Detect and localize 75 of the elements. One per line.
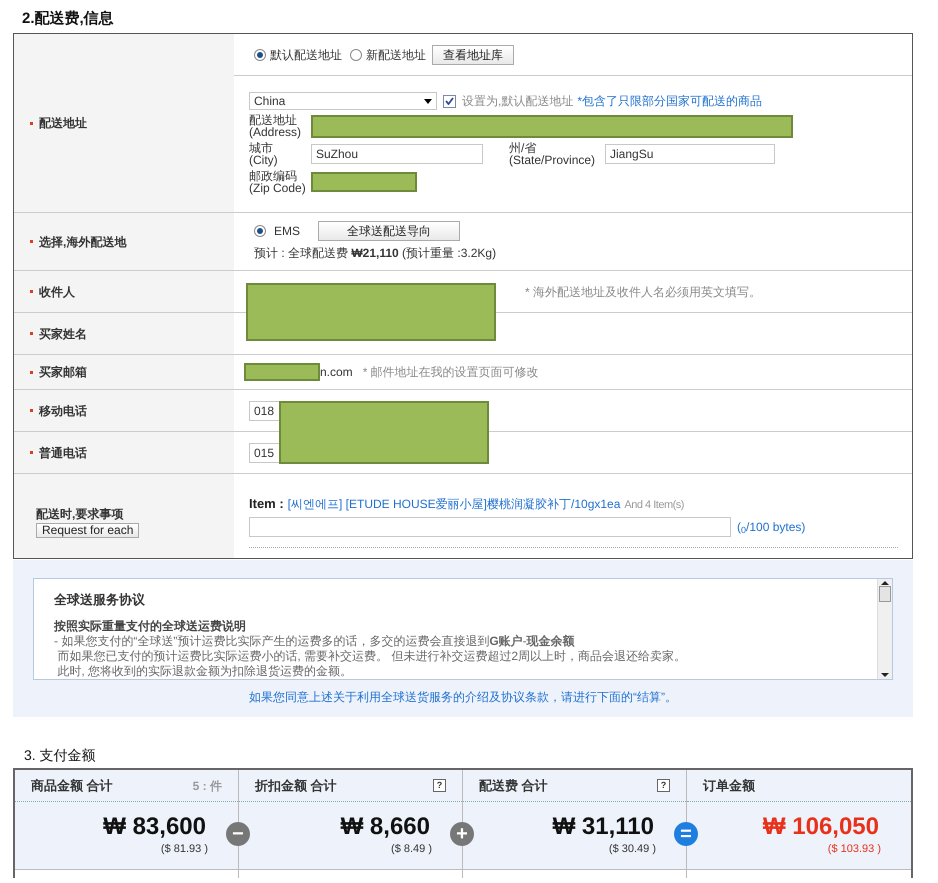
column-title: 折扣金额 合计	[255, 776, 337, 795]
column-title: 商品金额 合计	[31, 776, 113, 795]
help-icon[interactable]: ?	[433, 779, 446, 792]
agreement-notice: 如果您同意上述关于利用全球送货服务的介绍及协议条款，请进行下面的“结算”。	[249, 689, 677, 706]
field-label: 州/省	[509, 142, 538, 154]
field-label: 配送时,要求事项	[36, 506, 124, 522]
byte-counter: ($_{0}$/100 bytes)	[737, 518, 806, 536]
radio-button[interactable]	[350, 48, 362, 60]
shipping-estimate: 预计 : 全球配送费 ₩21,110 (预计重量 :3.2Kg)	[253, 245, 496, 262]
input-field[interactable]: 018	[249, 400, 279, 420]
field-label: 邮政编码	[249, 170, 298, 182]
usd-amount: ($ 103.93 )	[828, 842, 881, 858]
required-mark	[30, 409, 33, 412]
radio-button[interactable]	[254, 48, 266, 60]
column-title: 订单金额	[703, 776, 755, 795]
input-field[interactable]	[249, 516, 731, 536]
field-label: 买家邮箱	[39, 364, 87, 381]
field-sublabel: (City)	[249, 154, 279, 166]
field-label: 配送地址	[249, 114, 298, 126]
amount: ₩ 83,600	[103, 813, 206, 842]
required-mark	[30, 240, 33, 243]
amount: ₩ 106,050	[762, 813, 879, 842]
radio-label: EMS	[274, 223, 300, 240]
email-text: n.com	[320, 364, 353, 381]
field-label: 移动电话	[39, 402, 87, 420]
required-mark	[30, 451, 33, 454]
field-note: * 邮件地址在我的设置页面可修改	[362, 364, 539, 381]
usd-amount: ($ 30.49 )	[608, 842, 656, 858]
checkbox[interactable]	[443, 94, 456, 108]
scrollbar[interactable]	[877, 579, 892, 679]
agreement-heading: 按照实际重量支付的全球送运费说明	[54, 618, 247, 634]
item-more-text: And 4 Item(s)	[624, 498, 684, 513]
agreement-text: 此时, 您将收到的实际退款金额为扣除退货运费的金额。	[56, 664, 354, 678]
amount: ₩ 31,110	[552, 813, 654, 842]
input-field[interactable]: 015	[249, 442, 279, 462]
radio-label: 新配送地址	[366, 46, 426, 64]
field-label: 城市	[249, 142, 274, 154]
column-title: 配送费 合计	[479, 776, 548, 795]
agreement-title: 全球送服务协议	[54, 591, 146, 609]
section-title: 3. 支付金额	[24, 746, 96, 765]
radio-label: 默认配送地址	[270, 46, 342, 64]
usd-amount: ($ 8.49 )	[391, 842, 432, 858]
field-label: 买家姓名	[39, 326, 87, 342]
scroll-thumb[interactable]	[879, 586, 891, 602]
field-label: 配送地址	[39, 115, 87, 132]
field-note: * 海外配送地址及收件人名必须用英文填写。	[525, 284, 762, 300]
section-title: 2.配送费,信息	[22, 9, 114, 29]
button[interactable]: 全球送配送导向	[318, 221, 460, 241]
input-field[interactable]: SuZhou	[311, 144, 483, 164]
field-sublabel: (Address)	[249, 126, 302, 138]
button[interactable]: Request for each	[36, 522, 140, 538]
field-label: 选择,海外配送地	[39, 234, 126, 250]
input-field[interactable]: JiangSu	[605, 144, 775, 164]
required-mark	[30, 370, 33, 374]
required-mark	[30, 290, 33, 293]
agreement-text: 而如果您已支付的预计运费比实际运费小的话, 需要补交运费。 但未进行补交运费超过2周以上时，商品会退还给卖家。	[56, 648, 688, 664]
agreement-text: - 如果您支付的“全球送”预计运费比实际产生的运费多的话，多交的运费会直接退到G账户-现金余额	[54, 634, 576, 648]
item-link[interactable]: [씨엔에프] [ETUDE HOUSE爱丽小屋]樱桃润凝胶补丁/10gx1ea	[288, 495, 620, 513]
required-mark	[30, 332, 33, 335]
radio-button[interactable]	[254, 225, 266, 237]
help-icon[interactable]: ?	[657, 779, 670, 792]
item-label: Item :	[249, 495, 284, 513]
field-label: 收件人	[39, 284, 75, 300]
field-sublabel: (State/Province)	[509, 154, 596, 166]
notice-link[interactable]: *包含了只限部分国家可配送的商品	[577, 92, 762, 110]
caret-icon	[424, 98, 432, 104]
field-sublabel: (Zip Code)	[249, 182, 307, 194]
amount: ₩ 8,660	[340, 813, 430, 842]
checkbox-label: 设置为,默认配送地址	[462, 93, 574, 110]
field-label: 普通电话	[39, 444, 87, 462]
button[interactable]: 查看地址库	[432, 44, 514, 64]
required-mark	[30, 122, 33, 124]
usd-amount: ($ 81.93 )	[160, 842, 208, 858]
item-count: 5 : 件	[192, 778, 222, 794]
country-dropdown[interactable]: China	[249, 92, 437, 110]
